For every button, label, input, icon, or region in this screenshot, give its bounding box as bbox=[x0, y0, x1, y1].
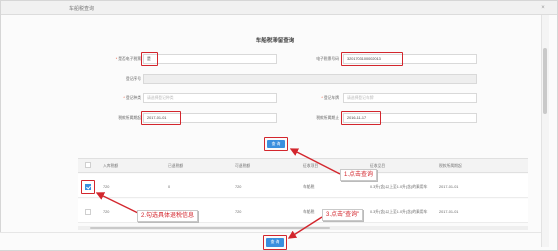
table-cell: 0.3升(含)以上至1.0升(含)的乘用车 bbox=[370, 185, 428, 189]
annotation-step-2: 2.勾选具体退税信息 bbox=[137, 210, 199, 222]
rescue-code-input[interactable]: 是 bbox=[143, 54, 277, 64]
reg-no-label: 登记序号 bbox=[125, 77, 141, 81]
annotation-step-1: 1.点击查询 bbox=[340, 169, 378, 181]
table-cell: 0 bbox=[168, 185, 171, 189]
confirm-button-highlight bbox=[263, 235, 287, 250]
column-header: 入库税额 bbox=[103, 164, 119, 168]
table-cell: 720 bbox=[103, 185, 110, 189]
table-cell: 2017-01-01 bbox=[439, 185, 459, 189]
row-checkbox-highlight bbox=[81, 180, 95, 194]
vertical-scroll-thumb[interactable] bbox=[543, 48, 547, 114]
query-button-highlight bbox=[264, 137, 288, 151]
rescue-code-highlight bbox=[141, 52, 158, 66]
column-header: 征收项目 bbox=[303, 164, 319, 168]
ticket-no-label: 电子税票号码 bbox=[316, 57, 339, 61]
vehicle-no-select[interactable]: 请选择登记车牌 bbox=[343, 93, 477, 103]
select-all-checkbox[interactable] bbox=[85, 162, 91, 168]
annotation-step-3: 3.点击"查询" bbox=[322, 209, 364, 221]
table-cell: 720 bbox=[235, 185, 242, 189]
date-from-label: 税款所属期起 bbox=[118, 116, 141, 120]
form-title: 车船税滞留查询 bbox=[255, 38, 295, 44]
table-cell: 0.3升(含)以上至1.0升(含)的乘用车 bbox=[370, 210, 428, 214]
column-header: 税款所属期起 bbox=[439, 164, 462, 168]
horizontal-scroll-thumb[interactable] bbox=[90, 227, 330, 229]
date-from-highlight bbox=[141, 111, 181, 125]
ticket-no-highlight bbox=[341, 52, 403, 66]
table-cell: 车船税 bbox=[303, 185, 315, 189]
vehicle-type-label: *登记种类 bbox=[123, 96, 141, 100]
column-header: 可退税额 bbox=[235, 164, 251, 168]
table-cell: 720 bbox=[103, 210, 110, 214]
table-cell: 720 bbox=[235, 210, 242, 214]
table-cell: 2017-01-01 bbox=[439, 210, 459, 214]
column-header: 已退税额 bbox=[168, 164, 184, 168]
reg-no-input[interactable] bbox=[143, 74, 477, 84]
date-to-highlight bbox=[341, 111, 381, 125]
table-cell: 车船税 bbox=[303, 210, 315, 214]
dialog-titlebar: 车船税查询 × bbox=[1, 1, 557, 15]
dialog-title: 车船税查询 bbox=[69, 6, 95, 12]
row-checkbox[interactable] bbox=[85, 209, 91, 215]
rescue-code-label: *是否电子税票 bbox=[115, 57, 141, 61]
vehicle-no-label: *登记车牌 bbox=[321, 96, 339, 100]
date-to-label: 税款所属期止 bbox=[316, 116, 339, 120]
close-icon[interactable]: × bbox=[539, 4, 547, 12]
vehicle-type-select[interactable]: 请选择登记种类 bbox=[143, 93, 277, 103]
